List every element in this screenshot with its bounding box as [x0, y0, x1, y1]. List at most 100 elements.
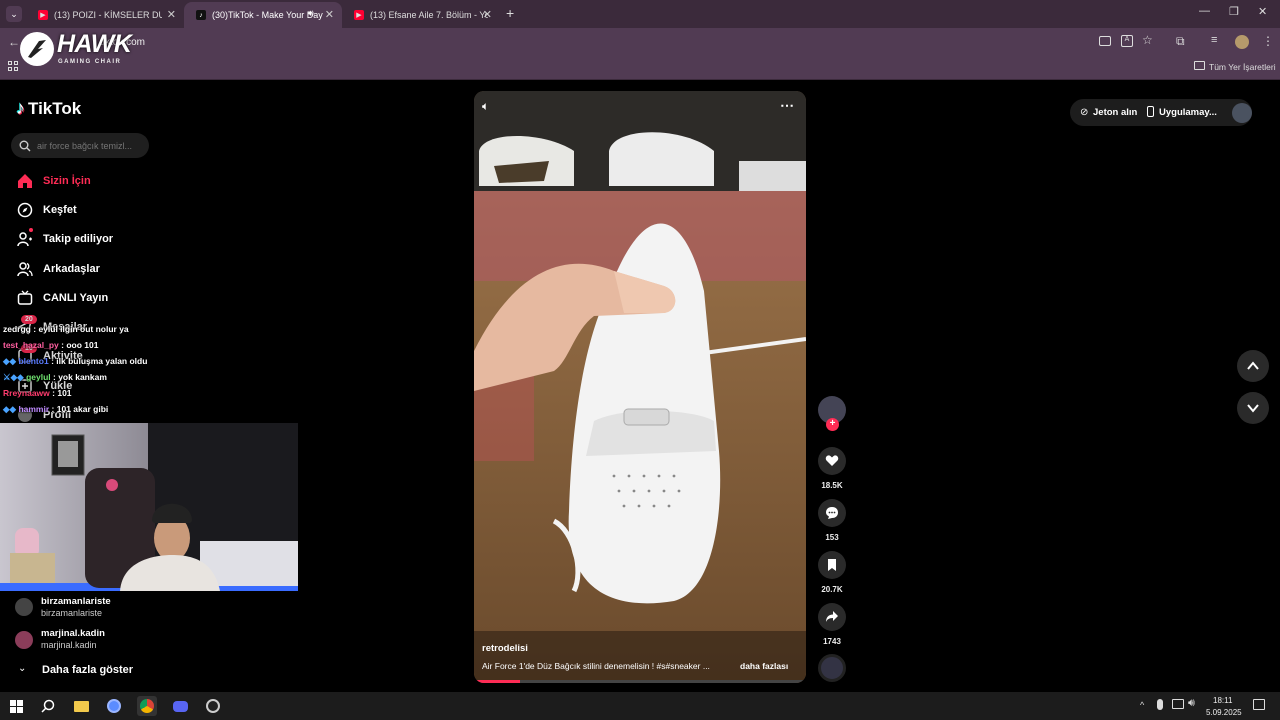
- cast-icon[interactable]: [1099, 36, 1111, 46]
- nav-label: Takip ediliyor: [43, 233, 114, 245]
- extensions-icon[interactable]: ⧉: [1176, 34, 1185, 49]
- tab-tiktok[interactable]: ♪ (30)TikTok - Make Your Day 🔊︎ ✕: [184, 2, 342, 28]
- nav-following[interactable]: Takip ediliyor: [16, 228, 113, 250]
- share-icon: [818, 603, 846, 631]
- nav-for-you[interactable]: Sizin İçin: [16, 170, 91, 192]
- video-player[interactable]: 🔈︎ ⋯ retrodelisi Air Force 1'de Düz Bağc…: [474, 91, 806, 683]
- notification-center-icon[interactable]: [1253, 699, 1265, 710]
- obs-icon[interactable]: [203, 696, 223, 716]
- network-icon[interactable]: [1172, 699, 1184, 709]
- next-video-button[interactable]: [1237, 392, 1269, 424]
- progress-bar[interactable]: [474, 680, 806, 683]
- menu-icon[interactable]: ⋮: [1262, 34, 1274, 48]
- chat-user: geylul: [26, 372, 51, 382]
- following-handle[interactable]: marjinal.kadin: [41, 628, 105, 639]
- sound-avatar[interactable]: [818, 654, 846, 682]
- video-frame: [474, 91, 806, 683]
- all-bookmarks-link[interactable]: Tüm Yer İşaretleri: [1209, 62, 1276, 72]
- chat-message: Rreynaaww : 101: [3, 388, 72, 398]
- get-coins-button[interactable]: Jeton alın: [1093, 107, 1137, 118]
- tab-title: (30)TikTok - Make Your Day: [212, 10, 323, 20]
- tab-youtube-efsane[interactable]: ▶ (13) Efsane Aile 7. Bölüm - YouTube ✕: [342, 2, 500, 28]
- video-caption: Air Force 1'de Düz Bağcık stilini deneme…: [482, 661, 710, 671]
- tab-youtube-poizi[interactable]: ▶ (13) POIZI - KİMSELER DUYMASIN ✕: [26, 2, 184, 28]
- badge-icon: ◆◆: [3, 404, 17, 414]
- compass-icon: [16, 201, 34, 219]
- clock-date[interactable]: 5.09.2025: [1206, 708, 1242, 717]
- microphone-icon[interactable]: [1157, 699, 1163, 710]
- following-handle[interactable]: birzamanlariste: [41, 596, 111, 607]
- chevron-down-icon: ⌄: [18, 663, 27, 674]
- search-icon[interactable]: [38, 696, 58, 716]
- get-app-button[interactable]: Uygulamay...: [1159, 107, 1217, 118]
- profile-avatar[interactable]: [1235, 35, 1249, 49]
- search-bar[interactable]: [11, 133, 149, 158]
- search-icon: [19, 140, 31, 151]
- nav-explore[interactable]: Keşfet: [16, 199, 77, 221]
- previous-video-button[interactable]: [1237, 350, 1269, 382]
- translate-icon[interactable]: A: [1121, 35, 1133, 47]
- chat-text: : yok kankam: [53, 372, 107, 382]
- like-count: 18.5K: [821, 481, 843, 490]
- phone-icon: [1147, 106, 1154, 117]
- chat-user: test_hazal_py: [3, 340, 59, 350]
- tab-search-icon[interactable]: ⌄: [6, 6, 22, 22]
- discord-icon[interactable]: [170, 696, 190, 716]
- video-author[interactable]: retrodelisi: [482, 643, 528, 654]
- following-name: birzamanlariste: [41, 608, 103, 618]
- speaker-icon[interactable]: 🔊︎: [308, 8, 314, 19]
- friends-icon: [16, 260, 34, 278]
- minimize-icon[interactable]: —: [1199, 5, 1210, 17]
- like-button[interactable]: 18.5K: [818, 447, 846, 490]
- close-icon[interactable]: ✕: [167, 8, 176, 21]
- new-tab-icon[interactable]: +: [506, 5, 514, 21]
- file-explorer-icon[interactable]: [71, 696, 91, 716]
- windows-start-icon[interactable]: [6, 696, 26, 716]
- search-input[interactable]: [37, 140, 147, 151]
- following-icon: [16, 230, 34, 248]
- app-icon[interactable]: [104, 696, 124, 716]
- apps-icon[interactable]: [8, 61, 18, 71]
- save-button[interactable]: 20.7K: [818, 551, 846, 594]
- bookmarks-bar: Tüm Yer İşaretleri: [0, 56, 1280, 80]
- more-options-icon[interactable]: ⋯: [780, 97, 794, 114]
- show-more-button[interactable]: Daha fazla göster: [42, 664, 133, 676]
- back-icon[interactable]: ←: [8, 35, 20, 49]
- badge-icon: ⚔◆◆: [3, 372, 24, 382]
- user-avatar[interactable]: [1232, 103, 1252, 123]
- hawk-logo-icon: [20, 32, 54, 66]
- close-window-icon[interactable]: ✕: [1258, 5, 1267, 18]
- chat-user: Rreynaaww: [3, 388, 50, 398]
- share-count: 1743: [823, 637, 841, 646]
- youtube-icon: ▶: [38, 10, 48, 20]
- mute-icon[interactable]: 🔈︎: [482, 99, 489, 114]
- tiktok-logo[interactable]: ♪ TikTok: [16, 98, 81, 119]
- nav-friends[interactable]: Arkadaşlar: [16, 258, 100, 280]
- chat-user: zedrgg: [3, 324, 31, 334]
- avatar[interactable]: [15, 598, 33, 616]
- progress-fill: [474, 680, 521, 683]
- bookmark-icon: [818, 551, 846, 579]
- close-icon[interactable]: ✕: [325, 8, 334, 21]
- avatar[interactable]: [15, 631, 33, 649]
- share-button[interactable]: 1743: [818, 603, 846, 646]
- nav-label: CANLI Yayın: [43, 292, 109, 304]
- see-more-link[interactable]: daha fazlası: [740, 661, 788, 671]
- youtube-icon: ▶: [354, 10, 364, 20]
- chat-message: ◆◆ hammir : 101 akar gibi: [3, 404, 108, 415]
- comment-button[interactable]: 153: [818, 499, 846, 542]
- media-icon[interactable]: ≡: [1211, 34, 1217, 46]
- chat-message: ⚔◆◆ geylul : yok kankam: [3, 372, 107, 383]
- clock-time[interactable]: 18:11: [1213, 696, 1232, 705]
- star-icon[interactable]: ☆: [1142, 33, 1153, 47]
- author-avatar[interactable]: +: [818, 396, 846, 431]
- chrome-icon[interactable]: [137, 696, 157, 716]
- taskbar: ^ 🔊︎ 18:11 5.09.2025: [0, 692, 1280, 720]
- volume-icon[interactable]: 🔊︎: [1188, 697, 1195, 710]
- nav-live[interactable]: CANLI Yayın: [16, 287, 108, 309]
- close-icon[interactable]: ✕: [483, 8, 492, 21]
- tray-chevron-icon[interactable]: ^: [1140, 700, 1144, 710]
- restore-icon[interactable]: ❐: [1229, 5, 1239, 18]
- chat-user: blento1: [18, 356, 49, 366]
- follow-plus-icon[interactable]: +: [826, 418, 839, 431]
